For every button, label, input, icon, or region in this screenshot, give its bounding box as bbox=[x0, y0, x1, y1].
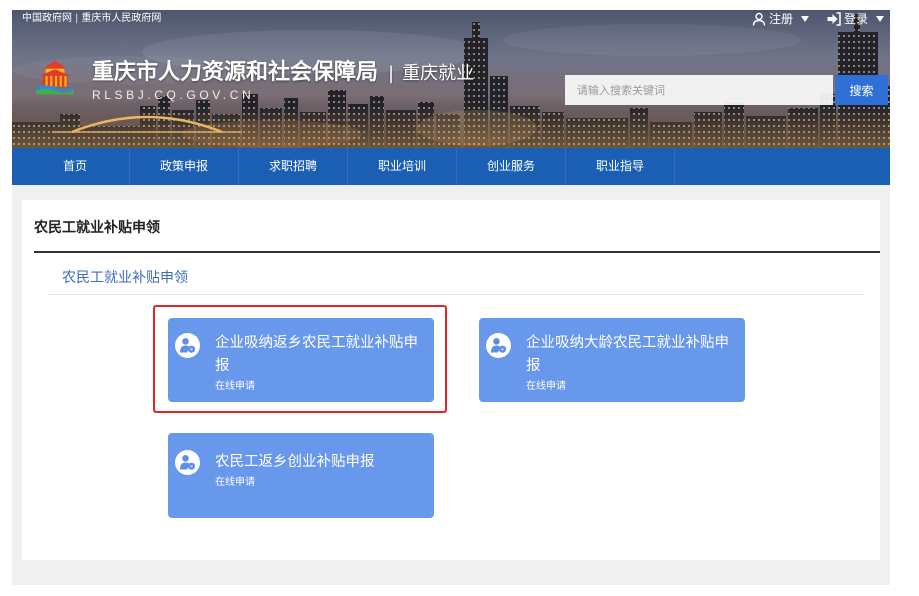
page-frame: 中国政府网 | 重庆市人民政府网 注册 登录 重庆市人力资源和社会保障局 | 重… bbox=[12, 10, 890, 585]
service-card[interactable]: 农民工返乡创业补贴申报 在线申请 bbox=[168, 433, 434, 518]
service-title: 农民工返乡创业补贴申报 bbox=[215, 454, 375, 470]
service-title: 企业吸纳大龄农民工就业补贴申报 bbox=[526, 335, 729, 374]
site-title-main: 重庆市人力资源和社会保障局 bbox=[92, 60, 379, 85]
gov-portal-link[interactable]: 中国政府网 bbox=[22, 12, 72, 26]
nav-item-jobs[interactable]: 求职招聘 bbox=[239, 148, 348, 185]
site-domain: RLSBJ.CQ.GOV.CN bbox=[92, 88, 255, 102]
service-card[interactable]: 企业吸纳返乡农民工就业补贴申报 在线申请 bbox=[168, 318, 434, 402]
applicant-icon bbox=[175, 450, 200, 475]
site-title-sub: 重庆就业 bbox=[402, 63, 475, 84]
search-button[interactable]: 搜索 bbox=[835, 75, 888, 105]
login-menu[interactable]: 登录 bbox=[827, 11, 884, 27]
top-links: 中国政府网 | 重庆市人民政府网 bbox=[22, 12, 161, 26]
bureau-logo bbox=[36, 60, 74, 95]
apply-online-label: 在线申请 bbox=[526, 381, 566, 392]
top-links-separator: | bbox=[75, 13, 79, 24]
main-nav: 首页 政策申报 求职招聘 职业培训 创业服务 职业指导 bbox=[12, 148, 890, 185]
user-menu: 注册 登录 bbox=[752, 11, 884, 27]
site-title-divider: | bbox=[388, 63, 395, 84]
nav-item-home[interactable]: 首页 bbox=[21, 148, 130, 185]
section-divider bbox=[48, 294, 865, 295]
apply-online-label: 在线申请 bbox=[215, 381, 255, 392]
caret-down-icon bbox=[800, 16, 809, 22]
nav-item-training[interactable]: 职业培训 bbox=[348, 148, 457, 185]
sign-in-icon bbox=[827, 12, 841, 26]
applicant-icon bbox=[175, 333, 200, 358]
page-title: 农民工就业补贴申领 bbox=[34, 220, 160, 236]
nav-item-entrepreneurship[interactable]: 创业服务 bbox=[457, 148, 566, 185]
service-card-body: 农民工返乡创业补贴申报 在线申请 bbox=[215, 451, 425, 490]
service-title: 企业吸纳返乡农民工就业补贴申报 bbox=[215, 335, 418, 374]
service-card-body: 企业吸纳大龄农民工就业补贴申报 在线申请 bbox=[526, 332, 736, 394]
nav-item-career-guidance[interactable]: 职业指导 bbox=[566, 148, 675, 185]
register-label: 注册 bbox=[768, 12, 793, 26]
user-icon bbox=[752, 12, 766, 26]
apply-online-label: 在线申请 bbox=[215, 477, 255, 488]
cq-gov-link[interactable]: 重庆市人民政府网 bbox=[81, 12, 161, 26]
nav-item-policy-application[interactable]: 政策申报 bbox=[130, 148, 239, 185]
search-input[interactable] bbox=[565, 75, 833, 105]
register-menu[interactable]: 注册 bbox=[752, 11, 809, 27]
service-card[interactable]: 企业吸纳大龄农民工就业补贴申报 在线申请 bbox=[479, 318, 745, 402]
site-header: 中国政府网 | 重庆市人民政府网 注册 登录 重庆市人力资源和社会保障局 | 重… bbox=[12, 10, 890, 148]
section-title: 农民工就业补贴申领 bbox=[62, 270, 188, 286]
heading-divider bbox=[34, 251, 880, 253]
site-title: 重庆市人力资源和社会保障局 | 重庆就业 bbox=[92, 59, 474, 87]
login-label: 登录 bbox=[843, 12, 868, 26]
content-panel: 农民工就业补贴申领 农民工就业补贴申领 企业吸纳返乡农民工就业补贴申报 在线申请 bbox=[22, 200, 880, 560]
caret-down-icon bbox=[876, 16, 884, 22]
service-card-body: 企业吸纳返乡农民工就业补贴申报 在线申请 bbox=[215, 332, 425, 394]
content-area: 农民工就业补贴申领 农民工就业补贴申领 企业吸纳返乡农民工就业补贴申报 在线申请 bbox=[12, 185, 890, 585]
applicant-icon bbox=[486, 333, 511, 358]
